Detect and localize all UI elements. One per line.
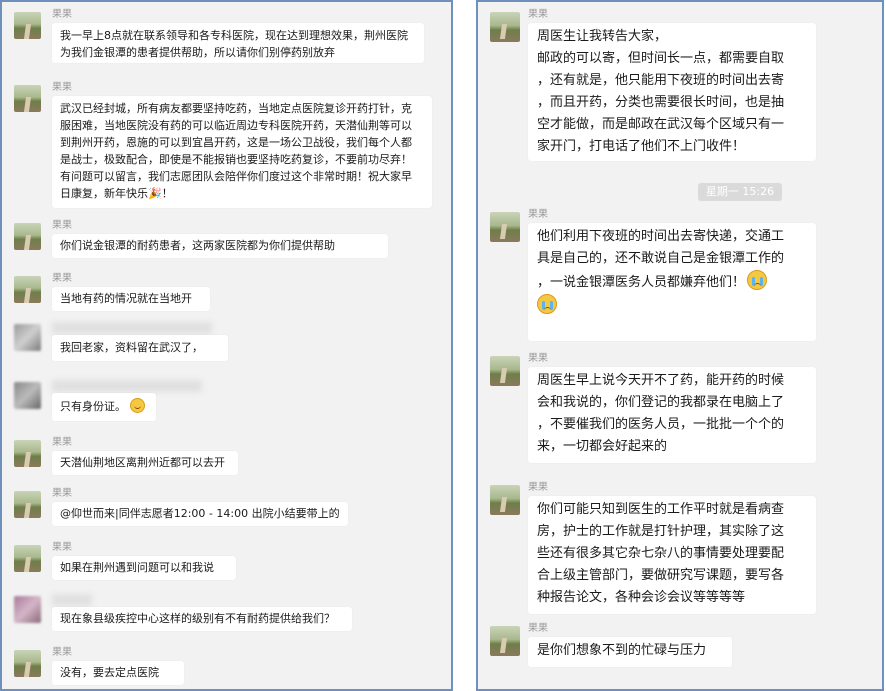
right-chat-panel: 果果 周医生让我转告大家， 邮政的可以寄，但时间长一点，都需要自取 ，还有就是，… xyxy=(476,0,884,691)
chat-message: 只有身份证。 xyxy=(14,378,447,428)
avatar[interactable] xyxy=(490,212,520,242)
chat-message: 现在象县级疾控中心这样的级别有不有耐药提供给我们？ xyxy=(14,592,447,638)
message-bubble: 他们利用下夜班的时间出去寄快递，交通工 具是自己的，还不敢说自己是金银潭工作的 … xyxy=(528,223,816,341)
avatar[interactable] xyxy=(490,485,520,515)
sender-name-redacted xyxy=(52,594,92,606)
left-chat-panel: 果果 我一早上8点就在联系领导和各专科医院，现在达到理想效果，荆州医院 为我们金… xyxy=(0,0,453,691)
crying-face-icon xyxy=(537,294,557,314)
chat-message: 果果 你们说金银潭的耐药患者，这两家医院都为你们提供帮助 xyxy=(14,219,447,263)
sender-name: 果果 xyxy=(528,482,548,493)
message-bubble: 现在象县级疾控中心这样的级别有不有耐药提供给我们？ xyxy=(52,607,352,631)
sender-name-redacted xyxy=(52,380,202,392)
avatar[interactable] xyxy=(14,440,41,467)
chat-message: 果果 你们可能只知到医生的工作平时就是看病查 房，护士的工作就是打针护理，其实除… xyxy=(490,481,878,614)
chat-message: 果果 周医生让我转告大家， 邮政的可以寄，但时间长一点，都需要自取 ，还有就是，… xyxy=(490,8,878,168)
avatar[interactable] xyxy=(14,650,41,677)
avatar[interactable] xyxy=(14,85,41,112)
sender-name: 果果 xyxy=(52,273,72,284)
message-bubble: 你们可能只知到医生的工作平时就是看病查 房，护士的工作就是打针护理，其实除了这 … xyxy=(528,496,816,614)
chat-message: 果果 @仰世而来|同伴志愿者12:00 - 14:00 出院小结要带上的 xyxy=(14,487,447,531)
sender-name: 果果 xyxy=(52,542,72,553)
avatar[interactable] xyxy=(14,324,41,351)
chat-message: 果果 他们利用下夜班的时间出去寄快递，交通工 具是自己的，还不敢说自己是金银潭工… xyxy=(490,208,878,348)
time-separator: 星期一 15:26 xyxy=(698,183,782,201)
chat-message: 果果 没有，要去定点医院 xyxy=(14,646,447,689)
chat-message: 我回老家，资料留在武汉了， xyxy=(14,320,447,370)
avatar[interactable] xyxy=(14,491,41,518)
message-bubble: 周医生早上说今天开不了药，能开药的时候 会和我说的，你们登记的我都录在电脑上了 … xyxy=(528,367,816,463)
message-bubble: 如果在荆州遇到问题可以和我说 xyxy=(52,556,236,580)
sender-name: 果果 xyxy=(528,209,548,220)
avatar[interactable] xyxy=(14,545,41,572)
message-bubble: 你们说金银潭的耐药患者，这两家医院都为你们提供帮助 xyxy=(52,234,388,258)
chat-message: 果果 周医生早上说今天开不了药，能开药的时候 会和我说的，你们登记的我都录在电脑… xyxy=(490,352,878,467)
message-bubble: 是你们想象不到的忙碌与压力 xyxy=(528,637,732,667)
chat-message: 果果 武汉已经封城，所有病友都要坚持吃药，当地定点医院复诊开药打针，克 服困难，… xyxy=(14,81,447,209)
sender-name: 果果 xyxy=(52,9,72,20)
chat-message: 果果 当地有药的情况就在当地开 xyxy=(14,272,447,316)
avatar[interactable] xyxy=(490,12,520,42)
sender-name: 果果 xyxy=(52,82,72,93)
sender-name: 果果 xyxy=(528,353,548,364)
chat-message: 果果 天潜仙荆地区离荆州近都可以去开 xyxy=(14,436,447,480)
chat-message: 果果 我一早上8点就在联系领导和各专科医院，现在达到理想效果，荆州医院 为我们金… xyxy=(14,8,447,68)
crying-face-icon xyxy=(747,270,768,290)
message-bubble: 当地有药的情况就在当地开 xyxy=(52,287,210,311)
avatar[interactable] xyxy=(14,223,41,250)
message-bubble: 周医生让我转告大家， 邮政的可以寄，但时间长一点，都需要自取 ，还有就是，他只能… xyxy=(528,23,816,161)
sender-name: 果果 xyxy=(528,9,548,20)
message-bubble: 我回老家，资料留在武汉了， xyxy=(52,335,228,361)
avatar[interactable] xyxy=(14,276,41,303)
sender-name-redacted xyxy=(52,322,212,334)
avatar[interactable] xyxy=(14,382,41,409)
message-bubble: 只有身份证。 xyxy=(52,393,156,421)
sender-name: 果果 xyxy=(52,647,72,658)
message-bubble: 武汉已经封城，所有病友都要坚持吃药，当地定点医院复诊开药打针，克 服困难，当地医… xyxy=(52,96,432,208)
message-text: 只有身份证。 xyxy=(60,400,126,413)
avatar[interactable] xyxy=(490,356,520,386)
chat-message: 果果 如果在荆州遇到问题可以和我说 xyxy=(14,541,447,585)
message-bubble: @仰世而来|同伴志愿者12:00 - 14:00 出院小结要带上的 xyxy=(52,502,348,526)
sender-name: 果果 xyxy=(52,488,72,499)
sender-name: 果果 xyxy=(52,220,72,231)
sender-name: 果果 xyxy=(528,623,548,634)
party-popper-icon: 🎉 xyxy=(148,187,162,200)
smiley-icon xyxy=(130,398,145,413)
chat-message: 果果 是你们想象不到的忙碌与压力 xyxy=(490,622,878,682)
message-bubble: 天潜仙荆地区离荆州近都可以去开 xyxy=(52,451,238,475)
avatar[interactable] xyxy=(490,626,520,656)
message-text: 武汉已经封城，所有病友都要坚持吃药，当地定点医院复诊开药打针，克 服困难，当地医… xyxy=(60,102,412,200)
sender-name: 果果 xyxy=(52,437,72,448)
message-bubble: 我一早上8点就在联系领导和各专科医院，现在达到理想效果，荆州医院 为我们金银潭的… xyxy=(52,23,424,63)
avatar[interactable] xyxy=(14,12,41,39)
message-text-tail: ！ xyxy=(161,187,173,200)
message-bubble: 没有，要去定点医院 xyxy=(52,661,184,685)
avatar[interactable] xyxy=(14,596,41,623)
